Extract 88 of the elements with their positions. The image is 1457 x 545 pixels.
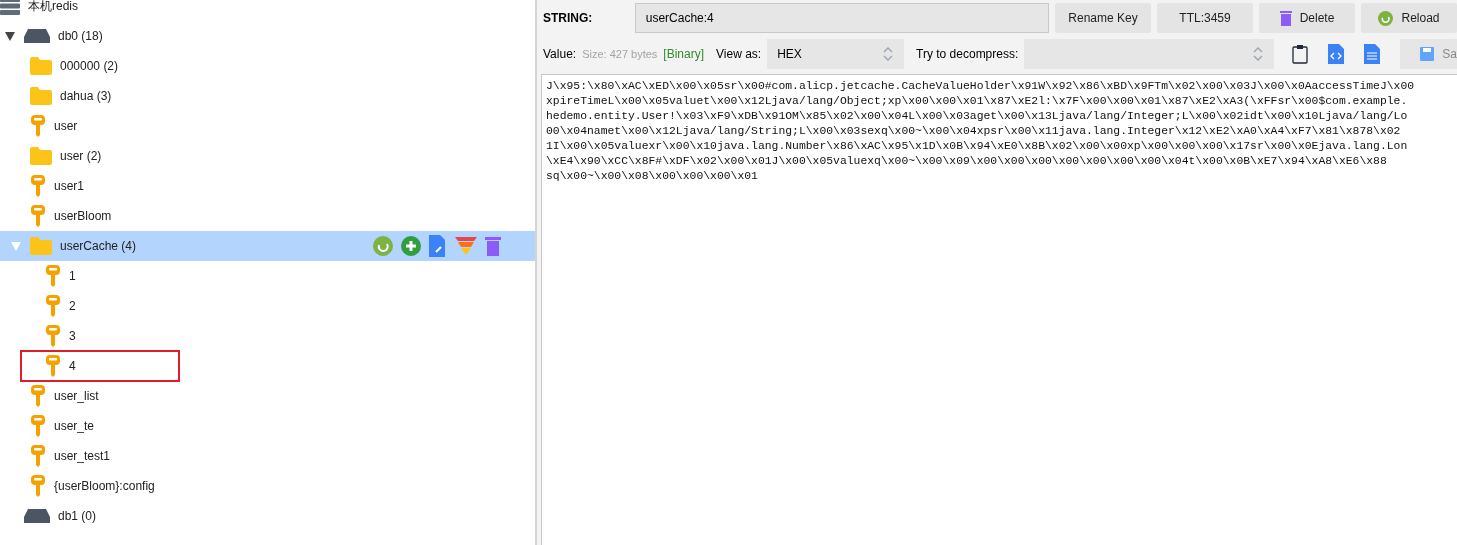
file-link-icon[interactable] bbox=[429, 235, 447, 257]
add-icon[interactable] bbox=[401, 236, 421, 256]
value-line: xpireTimeL\x00\x05valuet\x00\x12Ljava/lang/Object;xp\x00\x00\x01\x87\xE2l:\x7F\x00\x00\x01\x87\xE2\xA3(\xFFsr\x00$com.example. bbox=[546, 94, 1409, 109]
folder-icon bbox=[30, 57, 52, 75]
node-label: 4 bbox=[69, 358, 76, 375]
tree-row[interactable]: 3 bbox=[0, 321, 535, 351]
node-label: {userBloom}:config bbox=[54, 478, 155, 495]
node-label: dahua (3) bbox=[60, 88, 112, 105]
refresh-icon bbox=[1378, 10, 1394, 26]
tree-row[interactable]: dahua (3) bbox=[0, 81, 535, 111]
key-icon bbox=[45, 294, 61, 318]
node-label: user_te bbox=[54, 418, 95, 435]
tree-row[interactable]: user_list bbox=[0, 381, 535, 411]
value-line: hedemo.entity.User!\x03\xF9\xDB\x91OM\x85\x02\x00\x04L\x00\x03aget\x00\x13Ljava/lang/Integer;L\x00\x02idt\x00\x10Ljava/lang/Lo bbox=[546, 109, 1409, 124]
tree-row[interactable]: 本机redis bbox=[0, 0, 535, 21]
key-icon bbox=[30, 174, 46, 198]
chevrons-icon bbox=[1252, 45, 1265, 63]
save-icon bbox=[1420, 47, 1435, 61]
key-name-field[interactable]: userCache:4 bbox=[634, 3, 1049, 33]
node-label: userBloom bbox=[54, 208, 112, 225]
value-line: 00\x04namet\x00\x12Ljava/lang/String;L\x00\x03sexq\x00~\x00\x04xpsr\x00\x11java.lang.Integer\x12\xE2\xA0\xA4\xF7\x81\x878\x02 bbox=[546, 124, 1402, 139]
value-line: \xE4\x90\xCC\x8F#\xDF\x02\x00\x01J\x00\x05valuexq\x00~\x00\x09\x00\x00\x00\x00\x00\x00\x00\x04t\x00\x0B\xE7\x94\xA8\xE6\x88 bbox=[546, 154, 1388, 169]
node-label: user bbox=[54, 118, 78, 135]
node-label: 000000 (2) bbox=[60, 58, 119, 75]
delete-button[interactable]: Delete bbox=[1259, 3, 1355, 33]
node-label: user_list bbox=[54, 388, 99, 405]
folder-icon bbox=[30, 147, 52, 165]
type-label: STRING: bbox=[543, 10, 594, 27]
filter-icon[interactable] bbox=[455, 237, 477, 255]
node-label: 本机redis bbox=[28, 0, 78, 15]
chevrons-icon bbox=[882, 45, 895, 63]
database-icon bbox=[24, 29, 50, 43]
tree-row[interactable]: userCache (4) bbox=[0, 231, 535, 261]
folder-icon bbox=[30, 87, 52, 105]
tree-row[interactable]: db1 (0) bbox=[0, 501, 535, 531]
server-icon bbox=[0, 0, 20, 15]
node-label: userCache (4) bbox=[60, 238, 137, 255]
key-icon bbox=[30, 114, 46, 138]
value-label: Value: bbox=[543, 46, 577, 63]
ttl-button[interactable]: TTL:3459 bbox=[1157, 3, 1253, 33]
tree-row[interactable]: user bbox=[0, 111, 535, 141]
tree-row[interactable]: 2 bbox=[0, 291, 535, 321]
tree-row[interactable]: userBloom bbox=[0, 201, 535, 231]
tree-row[interactable]: user_te bbox=[0, 411, 535, 441]
tree-row[interactable]: user (2) bbox=[0, 141, 535, 171]
refresh-icon[interactable] bbox=[373, 236, 393, 256]
folder-icon bbox=[30, 237, 52, 255]
size-text: Size: 427 bytes bbox=[582, 46, 658, 62]
node-label: user (2) bbox=[60, 148, 102, 165]
key-icon bbox=[45, 354, 61, 378]
rename-button[interactable]: Rename Key bbox=[1055, 3, 1151, 33]
tree-row[interactable]: db0 (18) bbox=[0, 21, 535, 51]
node-label: user_test1 bbox=[54, 448, 111, 465]
key-icon bbox=[30, 474, 46, 498]
key-icon bbox=[30, 204, 46, 228]
key-icon bbox=[30, 444, 46, 468]
key-icon bbox=[30, 384, 46, 408]
node-label: 2 bbox=[69, 298, 76, 315]
node-label: db0 (18) bbox=[58, 28, 103, 45]
tree-row[interactable]: 000000 (2) bbox=[0, 51, 535, 81]
key-icon bbox=[30, 414, 46, 438]
key-icon bbox=[45, 264, 61, 288]
clipboard-icon[interactable] bbox=[1292, 44, 1309, 64]
tree-row[interactable]: {userBloom}:config bbox=[0, 471, 535, 501]
decompress-label: Try to decompress: bbox=[916, 46, 1019, 63]
key-icon bbox=[45, 324, 61, 348]
tree-row[interactable]: 4 bbox=[0, 351, 535, 381]
value-line: sq\x00~\x00\x08\x00\x00\x00\x01 bbox=[546, 169, 759, 184]
node-label: 3 bbox=[69, 328, 76, 345]
tree-row[interactable]: user_test1 bbox=[0, 441, 535, 471]
view-as-select[interactable]: HEX bbox=[767, 39, 905, 69]
node-label: db1 (0) bbox=[58, 508, 97, 525]
code-file-icon[interactable] bbox=[1328, 44, 1345, 64]
value-line: 1I\x00\x05valuexr\x00\x10java.lang.Number\x86\xAC\x95\x1D\x0B\x94\xE0\x8B\x02\x00\x00xp\x00\x00\x00\x17sr\x00\x0Ejava.lang.Lon bbox=[546, 139, 1409, 154]
expand-arrow-icon[interactable] bbox=[4, 30, 16, 42]
tree-row[interactable]: 1 bbox=[0, 261, 535, 291]
trash-icon bbox=[1279, 10, 1292, 26]
trash-icon[interactable] bbox=[485, 236, 501, 256]
reload-button[interactable]: Reload bbox=[1361, 3, 1457, 33]
tree-row[interactable]: user1 bbox=[0, 171, 535, 201]
database-icon bbox=[24, 509, 50, 523]
node-label: user1 bbox=[54, 178, 85, 195]
view-as-label: View as: bbox=[716, 46, 762, 63]
format-text: [Binary] bbox=[663, 46, 705, 63]
binary-file-icon[interactable] bbox=[1364, 44, 1381, 64]
value-line: J\x95:\x80\xAC\xED\x00\x05sr\x00#com.alicp.jetcache.CacheValueHolder\x91W\x92\x86\xBD\x9FTm\x02\x00\x03J\x00\x0AaccessTimeJ\x00 bbox=[546, 79, 1416, 94]
node-label: 1 bbox=[69, 268, 76, 285]
value-text-area[interactable] bbox=[541, 74, 1457, 545]
